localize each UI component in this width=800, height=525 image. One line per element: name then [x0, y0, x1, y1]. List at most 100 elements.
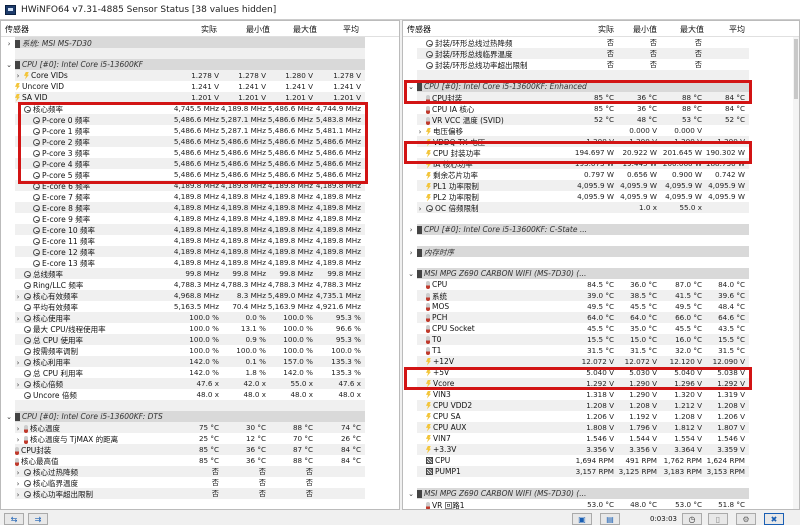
- col-max[interactable]: 最大值: [293, 24, 317, 35]
- sensor-row[interactable]: 总 CPU 使用率 100.0 % 0.9 % 100.0 % 95.3 %: [1, 334, 399, 345]
- chevron-down-icon[interactable]: ⌄: [5, 61, 13, 69]
- sensor-row[interactable]: Vcore 1.292 V 1.290 V 1.296 V 1.292 V: [403, 378, 799, 389]
- chevron-right-icon[interactable]: ›: [407, 226, 415, 234]
- sensor-row[interactable]: 封装/环形总线过热降频否否否: [403, 37, 799, 48]
- sensor-row[interactable]: P-core 3 频率 5,486.6 MHz 5,486.6 MHz 5,486.6…: [1, 147, 399, 158]
- chevron-right-icon[interactable]: ›: [14, 315, 22, 323]
- sensor-row[interactable]: E-core 9 频率 4,189.8 MHz 4,189.8 MHz 4,189.8…: [1, 213, 399, 224]
- sensor-row[interactable]: CPU AUX 1.808 V 1.796 V 1.812 V 1.807 V: [403, 422, 799, 433]
- scrollbar[interactable]: [793, 37, 799, 509]
- chevron-right-icon[interactable]: ›: [14, 436, 22, 444]
- sensor-row[interactable]: +12V 12.072 V 12.072 V 12.120 V 12.090 V: [403, 356, 799, 367]
- sensor-row[interactable]: 总 CPU 利用率 142.0 % 1.8 % 142.0 % 135.3 %: [1, 367, 399, 378]
- chevron-right-icon[interactable]: ›: [14, 293, 22, 301]
- sensor-row[interactable]: › 核心倍频 47.6 x 42.0 x 55.0 x 47.6 x: [1, 378, 399, 389]
- sensor-row[interactable]: › 电压偏移 0.000 V 0.000 V: [403, 125, 799, 136]
- sensor-group-header[interactable]: ⌄ MSI MPG Z690 CARBON WIFI (MS-7D30) (...: [403, 268, 799, 279]
- sensor-row[interactable]: E-core 8 频率 4,189.8 MHz 4,189.8 MHz 4,189.8…: [1, 202, 399, 213]
- sensor-row[interactable]: CPU 84.5 °C 36.0 °C 87.0 °C 84.0 °C: [403, 279, 799, 290]
- sensor-group-header[interactable]: ⌄ CPU [#0]: Intel Core i5-13600KF: [1, 59, 399, 70]
- close-icon[interactable]: ✖: [764, 513, 784, 525]
- chevron-right-icon[interactable]: ›: [14, 359, 22, 367]
- sensor-row[interactable]: P-core 0 频率 5,486.6 MHz 5,287.1 MHz 5,486.6…: [1, 114, 399, 125]
- sensor-row[interactable]: › 核心温度与 TjMAX 的距离 25 °C 12 °C 70 °C 26 °C: [1, 433, 399, 444]
- sensor-row[interactable]: E-core 12 频率 4,189.8 MHz 4,189.8 MHz 4,189.…: [1, 246, 399, 257]
- sensor-row[interactable]: SA VID 1.201 V 1.201 V 1.201 V 1.201 V: [1, 92, 399, 103]
- sensor-group-header[interactable]: › 内存时序: [403, 246, 799, 257]
- sensor-row[interactable]: VIN3 1.318 V 1.290 V 1.320 V 1.319 V: [403, 389, 799, 400]
- col-max[interactable]: 最大值: [680, 24, 704, 35]
- sensor-row[interactable]: P-core 5 频率 5,486.6 MHz 5,486.6 MHz 5,486.6…: [1, 169, 399, 180]
- col-sensor[interactable]: 传感器: [5, 24, 29, 35]
- sensor-group-header[interactable]: ⌄ CPU [#0]: Intel Core i5-13600KF: Enhanc…: [403, 81, 799, 92]
- chevron-down-icon[interactable]: ⌄: [407, 490, 415, 498]
- chevron-right-icon[interactable]: ›: [416, 128, 424, 136]
- col-avg[interactable]: 平均: [729, 24, 745, 35]
- gear-icon[interactable]: ⚙: [736, 513, 756, 525]
- sensor-row[interactable]: 最大 CPU/线程使用率 100.0 % 13.1 % 100.0 % 96.6 %: [1, 323, 399, 334]
- nav-next-button[interactable]: ⇉: [28, 513, 48, 525]
- sensor-row[interactable]: 核心最高值 85 °C 36 °C 88 °C 84 °C: [1, 455, 399, 466]
- log-icon[interactable]: ▯: [708, 513, 728, 525]
- sensor-row[interactable]: +3.3V 3.356 V 3.356 V 3.364 V 3.359 V: [403, 444, 799, 455]
- sensor-row[interactable]: IA 核心功率 193.073 W 19.445 W 200.060 W 188.736…: [403, 158, 799, 169]
- sensor-group-header[interactable]: › 系统: MSI MS-7D30: [1, 37, 399, 48]
- sensor-row[interactable]: VR 回路1 53.0 °C 48.0 °C 53.0 °C 51.8 °C: [403, 499, 799, 509]
- sensor-row[interactable]: 总线频率 99.8 MHz 99.8 MHz 99.8 MHz 99.8 MHz: [1, 268, 399, 279]
- chevron-right-icon[interactable]: ›: [14, 480, 22, 488]
- sensor-row[interactable]: P-core 1 频率 5,486.6 MHz 5,287.1 MHz 5,486.6…: [1, 125, 399, 136]
- chevron-down-icon[interactable]: ⌄: [407, 83, 415, 91]
- sensor-row[interactable]: › OC 倍频限制 1.0 x 55.0 x: [403, 202, 799, 213]
- sensor-row[interactable]: CPU VDD2 1.208 V 1.208 V 1.212 V 1.208 V: [403, 400, 799, 411]
- sensor-group-header[interactable]: › CPU [#0]: Intel Core i5-13600KF: C-Stat…: [403, 224, 799, 235]
- chevron-right-icon[interactable]: ›: [14, 491, 22, 499]
- sensor-row[interactable]: E-core 10 频率 4,189.8 MHz 4,189.8 MHz 4,189.…: [1, 224, 399, 235]
- col-current[interactable]: 实际: [598, 24, 614, 35]
- col-avg[interactable]: 平均: [343, 24, 359, 35]
- sensor-row[interactable]: › 核心使用率 100.0 % 0.0 % 100.0 % 95.3 %: [1, 312, 399, 323]
- sensor-row[interactable]: › 核心临界温度否否否: [1, 477, 399, 488]
- report-icon[interactable]: ▤: [600, 513, 620, 525]
- sensor-row[interactable]: E-core 13 频率 4,189.8 MHz 4,189.8 MHz 4,189.…: [1, 257, 399, 268]
- chevron-right-icon[interactable]: ›: [14, 381, 22, 389]
- sensor-row[interactable]: 封装/环形总线临界温度否否否: [403, 48, 799, 59]
- sensor-row[interactable]: E-core 11 频率 4,189.8 MHz 4,189.8 MHz 4,189.…: [1, 235, 399, 246]
- chevron-right-icon[interactable]: ›: [416, 205, 424, 213]
- chevron-down-icon[interactable]: ⌄: [407, 270, 415, 278]
- sensor-row[interactable]: VR VCC 温度 (SVID) 52 °C 48 °C 53 °C 52 °C: [403, 114, 799, 125]
- sensor-row[interactable]: 封装/环形总线功率超出限制否否否: [403, 59, 799, 70]
- col-current[interactable]: 实际: [201, 24, 217, 35]
- sensor-row[interactable]: › Core VIDs 1.278 V 1.278 V 1.280 V 1.278 V: [1, 70, 399, 81]
- sensor-row[interactable]: CPU IA 核心 85 °C 36 °C 88 °C 84 °C: [403, 103, 799, 114]
- sensor-row[interactable]: E-core 7 频率 4,189.8 MHz 4,189.8 MHz 4,189.8…: [1, 191, 399, 202]
- chevron-right-icon[interactable]: ›: [5, 40, 13, 48]
- sensor-row[interactable]: 按需频率调制 100.0 % 100.0 % 100.0 % 100.0 %: [1, 345, 399, 356]
- sensor-row[interactable]: › 核心有效频率 4,968.8 MHz 8.3 MHz 5,489.0 MHz 4,73…: [1, 290, 399, 301]
- sensor-row[interactable]: CPU封装 85 °C 36 °C 87 °C 84 °C: [1, 444, 399, 455]
- chevron-right-icon[interactable]: ›: [407, 249, 415, 257]
- sensor-row[interactable]: Ring/LLC 频率 4,788.3 MHz 4,788.3 MHz 4,788.3…: [1, 279, 399, 290]
- chevron-down-icon[interactable]: ⌄: [5, 413, 13, 421]
- clock-icon[interactable]: ◷: [682, 513, 702, 525]
- sensor-row[interactable]: CPU封装 85 °C 36 °C 88 °C 84 °C: [403, 92, 799, 103]
- sensor-row[interactable]: › 核心利用率 142.0 % 0.1 % 157.0 % 135.3 %: [1, 356, 399, 367]
- sensor-row[interactable]: 剩余芯片功率 0.797 W 0.656 W 0.900 W 0.742 W: [403, 169, 799, 180]
- sensor-row[interactable]: MOS 49.5 °C 45.5 °C 49.5 °C 48.4 °C: [403, 301, 799, 312]
- sensor-row[interactable]: VDDQ TX 电压 1.200 V 1.200 V 1.200 V 1.200 V: [403, 136, 799, 147]
- sensor-row[interactable]: CPU Socket 45.5 °C 35.0 °C 45.5 °C 43.5 °C: [403, 323, 799, 334]
- sensor-row[interactable]: VIN7 1.546 V 1.544 V 1.554 V 1.546 V: [403, 433, 799, 444]
- sensor-row[interactable]: 系统 39.0 °C 38.5 °C 41.5 °C 39.6 °C: [403, 290, 799, 301]
- sensor-row[interactable]: PL2 功率限制 4,095.9 W 4,095.9 W 4,095.9 W 4,095…: [403, 191, 799, 202]
- chevron-right-icon[interactable]: ›: [14, 72, 22, 80]
- sensor-row[interactable]: T1 31.5 °C 31.5 °C 32.0 °C 31.5 °C: [403, 345, 799, 356]
- col-sensor[interactable]: 传感器: [407, 24, 431, 35]
- sensor-row[interactable]: Uncore 倍频 48.0 x 48.0 x 48.0 x 48.0 x: [1, 389, 399, 400]
- sensor-row[interactable]: +5V 5.040 V 5.030 V 5.040 V 5.038 V: [403, 367, 799, 378]
- left-sensor-panel[interactable]: 传感器 实际 最小值 最大值 平均 › 系统: MSI MS-7D30 ⌄ CPU […: [0, 20, 400, 510]
- nav-prev-button[interactable]: ⇆: [4, 513, 24, 525]
- sensor-row[interactable]: CPU 封装功率 194.697 W 20.922 W 201.645 W 190.30…: [403, 147, 799, 158]
- sensor-row[interactable]: CPU SA 1.206 V 1.192 V 1.208 V 1.206 V: [403, 411, 799, 422]
- sensor-row[interactable]: 平均有效频率 5,163.5 MHz 70.4 MHz 5,163.9 MHz 4,92…: [1, 301, 399, 312]
- chevron-right-icon[interactable]: ›: [14, 425, 22, 433]
- sensor-group-header[interactable]: ⌄ MSI MPG Z690 CARBON WIFI (MS-7D30) (...: [403, 488, 799, 499]
